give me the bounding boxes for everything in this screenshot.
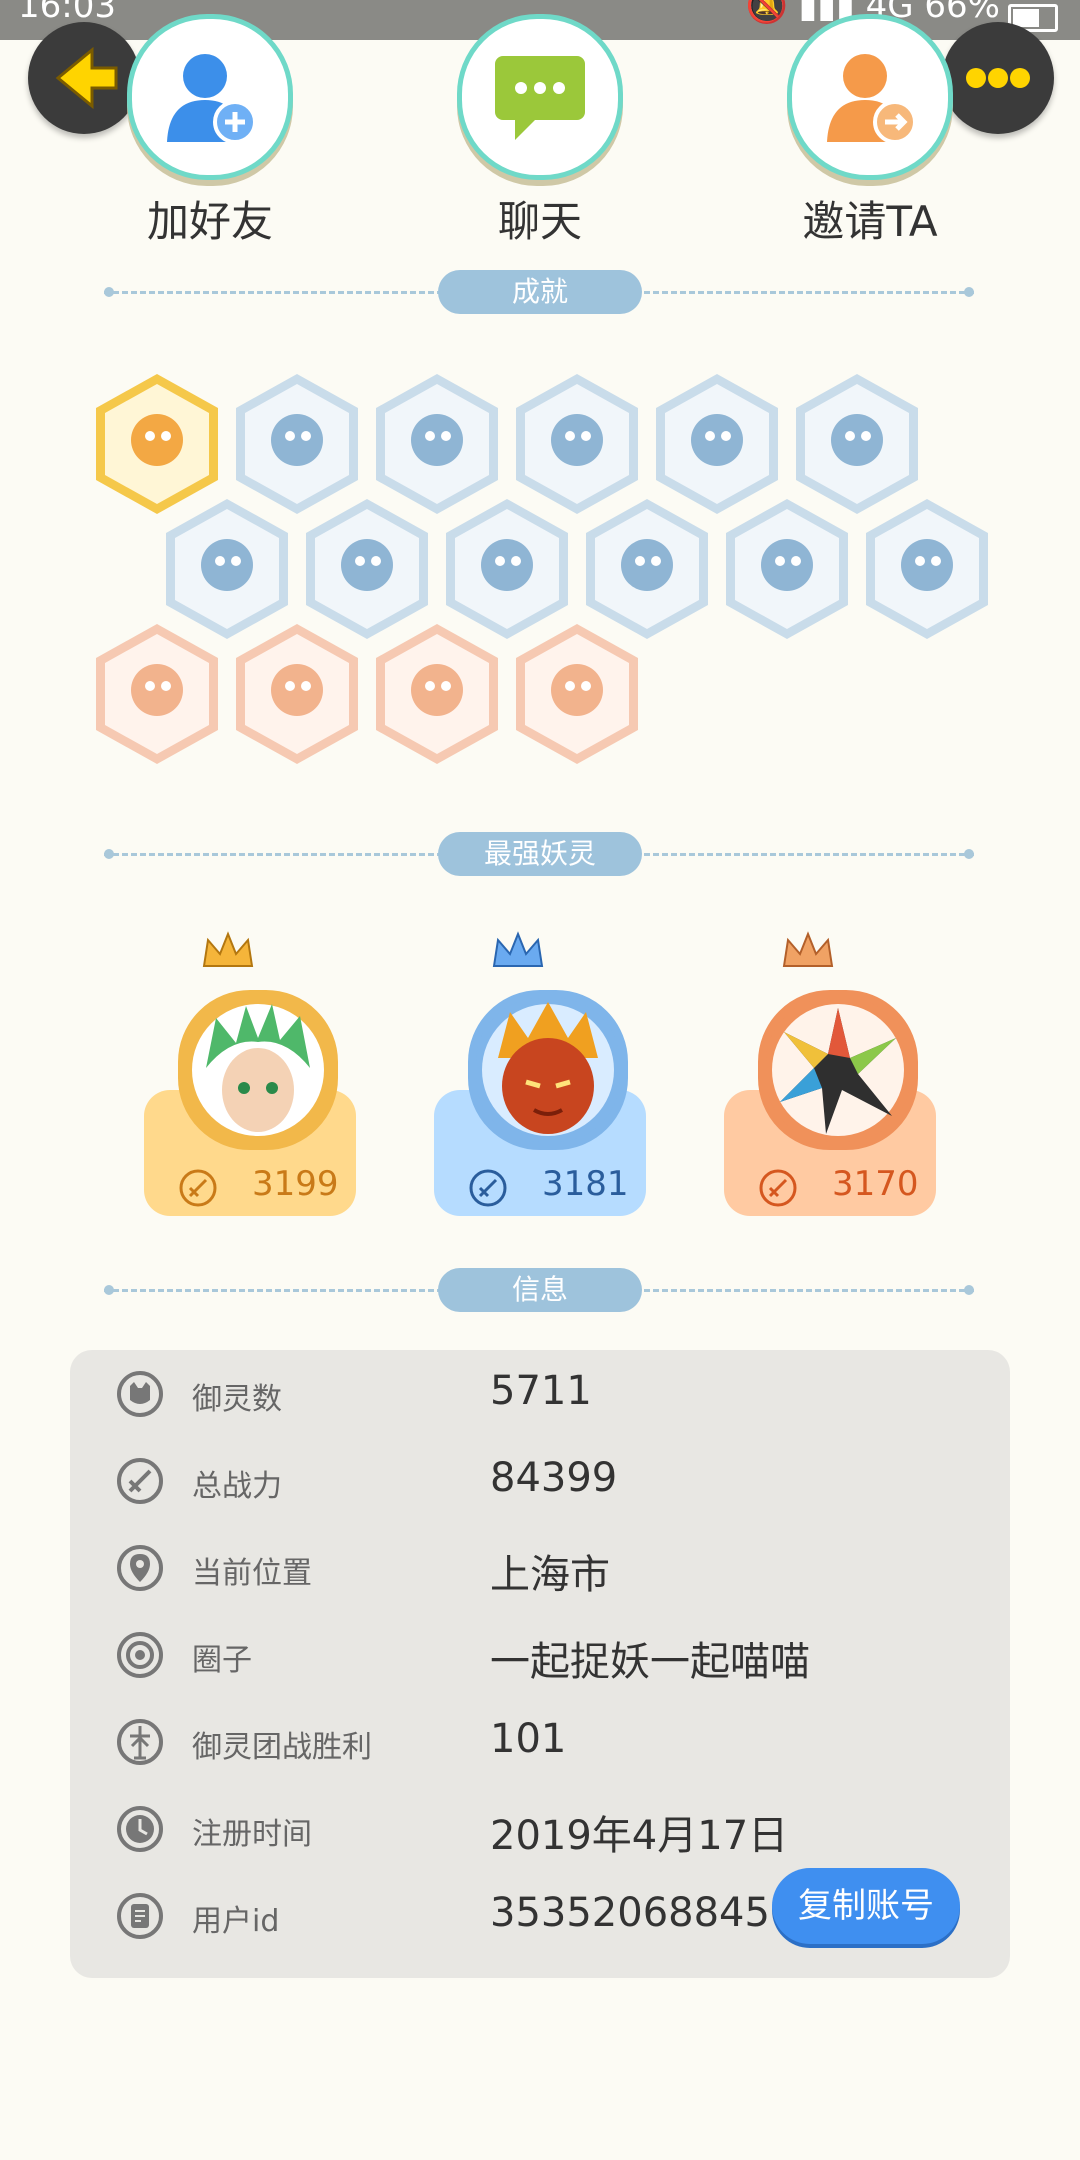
bronze-crown-icon [782,931,834,967]
info-value: 5711 [490,1368,592,1414]
chat-action[interactable]: 聊天 [430,14,650,249]
info-value: 上海市 [490,1552,610,1598]
spirit-power: 3170 [832,1164,919,1204]
trophy-icon [117,1719,163,1765]
achievement-badge-16[interactable] [510,620,644,768]
info-row-user-id: 用户id 35352068845 复制账号 [70,1868,1010,1956]
info-row-register-date: 注册时间 2019年4月17日 [70,1789,1010,1869]
add-friend-action[interactable]: 加好友 [100,14,320,249]
achievement-badge-icon [866,499,988,639]
chat-label: 聊天 [497,197,582,246]
person-add-icon [127,14,293,180]
info-row-circle: 圈子 一起捉妖一起喵喵 [70,1615,1010,1695]
copy-account-button[interactable]: 复制账号 [772,1868,960,1944]
info-value: 101 [490,1716,567,1762]
info-key: 总战力 [192,1469,282,1504]
info-value: 一起捉妖一起喵喵 [490,1639,810,1685]
add-friend-label: 加好友 [146,197,273,246]
sword-icon [179,1169,217,1207]
invite-label: 邀请TA [802,197,938,246]
info-key: 当前位置 [192,1556,312,1591]
info-value: 2019年4月17日 [490,1813,789,1859]
achievement-badge-icon [96,624,218,764]
circle-target-icon [117,1632,163,1678]
achievement-badge-icon [516,624,638,764]
info-value: 35352068845 [490,1890,770,1936]
info-row-spirit-count: 御灵数 5711 [70,1354,1010,1434]
achievement-badge-icon [726,499,848,639]
achievement-badge-icon [236,624,358,764]
info-row-location: 当前位置 上海市 [70,1528,1010,1608]
spirit-avatar [468,990,628,1150]
info-divider: 信息 [104,1268,974,1312]
achievement-badge-icon [376,624,498,764]
achievements-title: 成就 [438,270,642,314]
info-row-team-wins: 御灵团战胜利 101 [70,1702,1010,1782]
spirit-avatar [758,990,918,1150]
person-invite-icon [787,14,953,180]
clock-icon [117,1806,163,1852]
sword-icon [117,1458,163,1504]
info-row-total-power: 总战力 84399 [70,1441,1010,1521]
chat-icon [457,14,623,180]
sword-icon [469,1169,507,1207]
achievement-badge-11[interactable] [720,495,854,643]
gold-crown-icon [202,931,254,967]
info-key: 圈子 [192,1643,252,1678]
achievement-badge-12[interactable] [860,495,994,643]
info-key: 御灵团战胜利 [192,1730,372,1765]
location-pin-icon [117,1545,163,1591]
spirit-power: 3181 [542,1164,629,1204]
id-card-icon [117,1893,163,1939]
blue-crown-icon [492,931,544,967]
achievement-badge-14[interactable] [230,620,364,768]
achievement-badge-15[interactable] [370,620,504,768]
invite-action[interactable]: 邀请TA [760,14,980,249]
spirit-power: 3199 [252,1164,339,1204]
info-key: 用户id [192,1904,280,1939]
spirit-avatar [178,990,338,1150]
info-key: 注册时间 [192,1817,312,1852]
info-panel: 御灵数 5711 总战力 84399 当前位置 上海市 圈子 一起捉妖一起喵喵 … [70,1350,1010,1978]
achievement-badge-13[interactable] [90,620,224,768]
achievements-divider: 成就 [104,270,974,314]
strongest-divider: 最强妖灵 [104,832,974,876]
sword-icon [759,1169,797,1207]
info-value: 84399 [490,1455,618,1501]
strongest-title: 最强妖灵 [438,832,642,876]
info-title: 信息 [438,1268,642,1312]
info-key: 御灵数 [192,1382,282,1417]
spirit-icon [117,1371,163,1417]
